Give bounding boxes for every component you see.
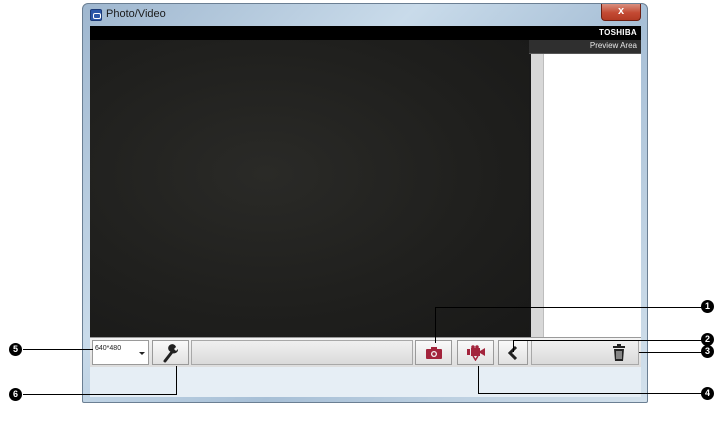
callout-6: 6 — [9, 388, 22, 401]
settings-button[interactable] — [152, 340, 189, 365]
video-camera-icon — [466, 344, 485, 361]
callout-5: 5 — [9, 343, 22, 356]
callout-4: 4 — [701, 387, 714, 400]
preview-scrollbar[interactable] — [531, 54, 544, 337]
take-photo-button[interactable] — [415, 340, 452, 365]
app-icon — [90, 9, 102, 21]
callout-line — [478, 366, 479, 393]
preview-area[interactable] — [544, 54, 641, 337]
photo-video-window: Photo/Video x TOSHIBA Preview Area 640*4… — [82, 3, 648, 403]
preview-header: Preview Area — [529, 40, 641, 54]
callout-line — [176, 366, 177, 394]
preview-area-label: Preview Area — [589, 41, 637, 50]
callout-line — [435, 307, 705, 308]
callout-line — [513, 340, 514, 352]
delete-button[interactable] — [531, 340, 639, 365]
callout-line — [639, 352, 705, 353]
callout-line — [23, 349, 93, 350]
brand-logo: TOSHIBA — [599, 28, 637, 37]
callout-line — [23, 394, 177, 395]
callout-3: 3 — [701, 345, 714, 358]
resolution-value: 640*480 — [95, 345, 122, 352]
trash-icon — [613, 344, 625, 361]
close-button[interactable]: x — [601, 4, 641, 21]
callout-line — [478, 393, 705, 394]
toolbar: 640*480 — [90, 337, 641, 368]
chevron-down-icon — [139, 352, 145, 355]
callout-line — [513, 340, 705, 341]
resolution-select[interactable]: 640*480 — [92, 340, 149, 365]
callout-line — [435, 307, 436, 343]
record-video-button[interactable] — [457, 340, 494, 365]
settings-icon — [163, 343, 178, 362]
window-title: Photo/Video — [106, 8, 166, 20]
callout-1: 1 — [701, 300, 714, 313]
camera-icon — [425, 346, 442, 359]
client-area: TOSHIBA Preview Area 640*480 — [90, 26, 641, 397]
brand-bar: TOSHIBA — [90, 26, 641, 40]
toolbar-spacer-left — [191, 340, 413, 365]
title-bar[interactable]: Photo/Video x — [83, 4, 647, 26]
camera-view — [90, 40, 529, 337]
